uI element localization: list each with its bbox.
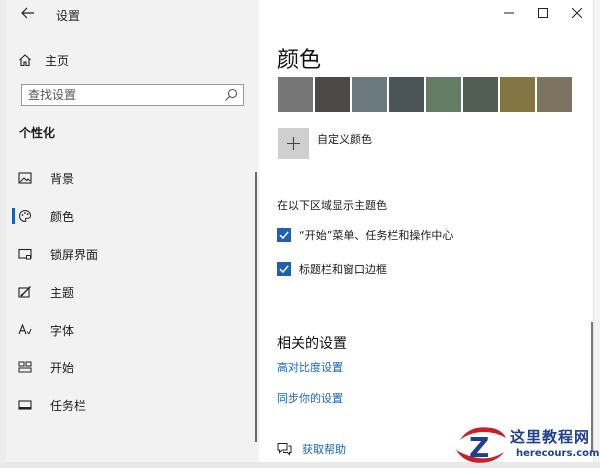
color-swatch[interactable] [278, 77, 313, 112]
minimize-icon [504, 12, 514, 14]
svg-text:Z: Z [469, 431, 489, 464]
accent-surfaces-heading: 在以下区域显示主题色 [277, 199, 387, 212]
minimize-button[interactable] [492, 0, 526, 28]
taskbar-icon [18, 400, 32, 410]
related-settings-title: 相关的设置 [277, 336, 347, 352]
sidebar: 设置 主页 个性化 背景 颜色 锁屏界面 主题 字体 开始 任务栏 [6, 0, 259, 462]
get-help-row[interactable]: 获取帮助 [277, 441, 346, 457]
sidebar-item-fonts[interactable]: 字体 [12, 318, 252, 342]
home-icon [19, 54, 31, 67]
checkbox-title-bars[interactable]: 标题栏和窗口边框 [277, 260, 387, 278]
palette-icon [19, 209, 32, 223]
checkbox[interactable] [277, 228, 291, 242]
color-swatch[interactable] [537, 77, 572, 112]
color-swatches [278, 77, 572, 112]
maximize-button[interactable] [526, 0, 560, 28]
checkbox-label: 标题栏和窗口边框 [299, 263, 387, 276]
font-icon [18, 323, 32, 335]
checkmark-icon [279, 231, 289, 240]
active-indicator [12, 208, 15, 224]
custom-color-button[interactable] [278, 128, 309, 159]
color-swatch[interactable] [389, 77, 424, 112]
theme-icon [18, 286, 31, 298]
sidebar-item-lock-screen[interactable]: 锁屏界面 [12, 242, 252, 266]
page-title: 颜色 [277, 48, 322, 73]
checkbox-start-taskbar[interactable]: “开始”菜单、任务栏和操作中心 [277, 226, 453, 244]
checkbox-label: “开始”菜单、任务栏和操作中心 [299, 229, 454, 242]
window-title: 设置 [56, 9, 81, 23]
watermark-name: 这里教程网 [510, 428, 591, 446]
window-frame-right [593, 0, 600, 468]
window-controls [492, 0, 594, 28]
sidebar-item-home-label: 主页 [45, 53, 70, 68]
sidebar-item-background[interactable]: 背景 [12, 166, 252, 190]
back-arrow-icon[interactable] [21, 7, 35, 23]
sidebar-item-label: 锁屏界面 [50, 248, 99, 262]
high-contrast-link[interactable]: 高对比度设置 [277, 359, 343, 375]
custom-color-row: 自定义颜色 [278, 128, 372, 159]
sidebar-item-label: 颜色 [50, 210, 75, 224]
custom-color-label: 自定义颜色 [317, 133, 372, 146]
sidebar-item-label: 字体 [50, 324, 75, 338]
search-input[interactable] [28, 87, 218, 103]
checkbox[interactable] [277, 262, 291, 276]
sidebar-item-label: 任务栏 [50, 399, 87, 413]
start-icon [18, 361, 32, 373]
watermark-url: herecours.com [516, 448, 600, 459]
sidebar-item-home[interactable]: 主页 [18, 50, 69, 70]
sidebar-item-start[interactable]: 开始 [12, 355, 252, 379]
maximize-icon [538, 8, 548, 18]
sidebar-scrollbar[interactable] [255, 172, 257, 442]
sidebar-item-colors[interactable]: 颜色 [12, 204, 252, 228]
close-icon [572, 8, 582, 18]
sidebar-item-label: 主题 [50, 286, 75, 300]
color-swatch[interactable] [426, 77, 461, 112]
lock-screen-icon [18, 248, 32, 260]
get-help-link[interactable]: 获取帮助 [302, 441, 346, 457]
color-swatch[interactable] [315, 77, 350, 112]
sidebar-item-label: 开始 [50, 361, 75, 375]
help-chat-icon [277, 443, 292, 456]
search-box[interactable] [21, 84, 244, 106]
color-swatch[interactable] [500, 77, 535, 112]
picture-icon [18, 172, 32, 184]
sidebar-item-taskbar[interactable]: 任务栏 [12, 393, 252, 417]
sync-settings-link[interactable]: 同步你的设置 [277, 390, 343, 406]
search-icon[interactable] [224, 88, 238, 102]
sidebar-item-themes[interactable]: 主题 [12, 280, 252, 304]
logo-z-icon: Z [456, 427, 506, 464]
section-title: 个性化 [19, 126, 56, 140]
watermark-logo: Z 这里教程网 herecours.com [452, 420, 600, 468]
color-swatch[interactable] [352, 77, 387, 112]
sidebar-item-label: 背景 [50, 172, 75, 186]
color-swatch[interactable] [463, 77, 498, 112]
checkmark-icon [279, 265, 289, 274]
close-button[interactable] [560, 0, 594, 28]
plus-icon [287, 137, 300, 150]
